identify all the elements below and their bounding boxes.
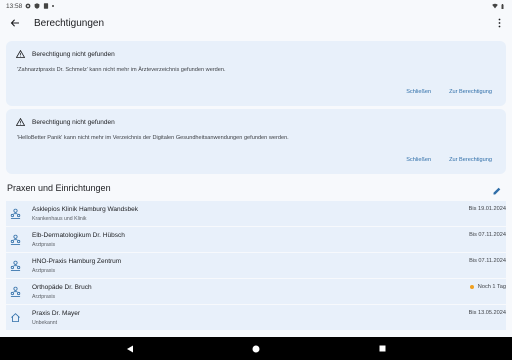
expiry-text: Noch 1 Tag [477,284,506,290]
list-item[interactable]: HNO-Praxis Hamburg Zentrum Arztpraxis Bi… [6,253,506,279]
settings-status-icon [25,3,31,9]
page-title: Berechtigungen [34,17,105,29]
facility-name: Elb-Dermatologikum Dr. Hübsch [32,232,125,239]
alert-card: Berechtigung nicht gefunden 'Zahnarztpra… [6,41,506,106]
people-icon [10,286,21,297]
battery-icon [501,3,504,9]
overflow-menu-button[interactable] [494,16,504,30]
wifi-icon [492,3,498,9]
nav-back-button[interactable] [125,344,135,354]
facility-type: Arztpraxis [32,294,56,300]
list-item[interactable]: Asklepios Klinik Hamburg Wandsbek Kranke… [6,201,506,227]
expiry-date: Bis 19.01.2024 [469,206,506,212]
warning-icon [16,50,25,58]
circle-home-icon [252,345,260,352]
list-item[interactable]: Praxis Dr. Mayer Unbekannt Bis 13.05.202… [6,305,506,331]
facility-type: Arztpraxis [32,242,56,248]
app-bar: Berechtigungen [0,12,512,34]
dismiss-button[interactable]: Schließen [406,89,431,95]
expiry-date: Bis 07.11.2024 [469,258,506,264]
square-recents-icon [379,345,385,352]
expiry-text: Bis 07.11.2024 [469,258,506,264]
dismiss-button[interactable]: Schließen [406,157,431,163]
home-icon [11,313,20,323]
facility-type: Arztpraxis [32,268,56,274]
section-title: Praxen und Einrichtungen [7,183,111,193]
list-item[interactable]: Orthopäde Dr. Bruch Arztpraxis Noch 1 Ta… [6,279,506,305]
people-icon [10,234,21,245]
expiry-date: Bis 13.05.2024 [469,310,506,316]
list-item[interactable]: Elb-Dermatologikum Dr. Hübsch Arztpraxis… [6,227,506,253]
triangle-back-icon [127,345,133,352]
facility-name: HNO-Praxis Hamburg Zentrum [32,258,122,265]
more-vert-icon [498,18,500,28]
expiry-text: Bis 13.05.2024 [468,310,506,316]
go-to-permission-button[interactable]: Zur Berechtigung [449,157,492,163]
people-icon [10,208,21,219]
status-time: 13:58 [6,2,23,10]
facility-type: Krankenhaus und Klinik [32,216,87,222]
go-to-permission-button[interactable]: Zur Berechtigung [449,89,492,95]
facility-name: Orthopäde Dr. Bruch [32,284,92,291]
pencil-icon [493,187,501,195]
facility-name: Asklepios Klinik Hamburg Wandsbek [32,206,138,213]
alert-title: Berechtigung nicht gefunden [32,50,115,58]
edit-button[interactable] [492,183,502,195]
people-icon [10,260,21,271]
alert-message: 'HelloBetter Panik' kann nicht mehr im V… [17,135,289,141]
expiry-text: Bis 19.01.2024 [468,206,506,212]
status-bar: 13:58 [0,0,512,12]
expiry-text: Bis 07.11.2024 [469,232,506,238]
system-navigation-bar [0,337,512,360]
warning-dot-icon [469,285,474,289]
facility-type: Unbekannt [32,320,58,326]
expiry-date: Noch 1 Tag [469,284,506,290]
arrow-back-icon [10,19,19,27]
warning-icon [16,118,25,126]
facility-name: Praxis Dr. Mayer [32,310,81,317]
expiry-date: Bis 07.11.2024 [469,232,506,238]
nav-home-button[interactable] [251,344,261,354]
nav-recents-button[interactable] [377,344,387,354]
back-button[interactable] [8,16,22,30]
dot-status-icon [52,5,55,7]
sim-status-icon [44,3,49,9]
facility-list: Asklepios Klinik Hamburg Wandsbek Kranke… [6,201,506,331]
alert-card: Berechtigung nicht gefunden 'HelloBetter… [6,109,506,174]
shield-status-icon [34,3,40,9]
alert-title: Berechtigung nicht gefunden [32,118,115,126]
alert-message: 'Zahnarztpraxis Dr. Schmelz' kann nicht … [17,67,226,73]
